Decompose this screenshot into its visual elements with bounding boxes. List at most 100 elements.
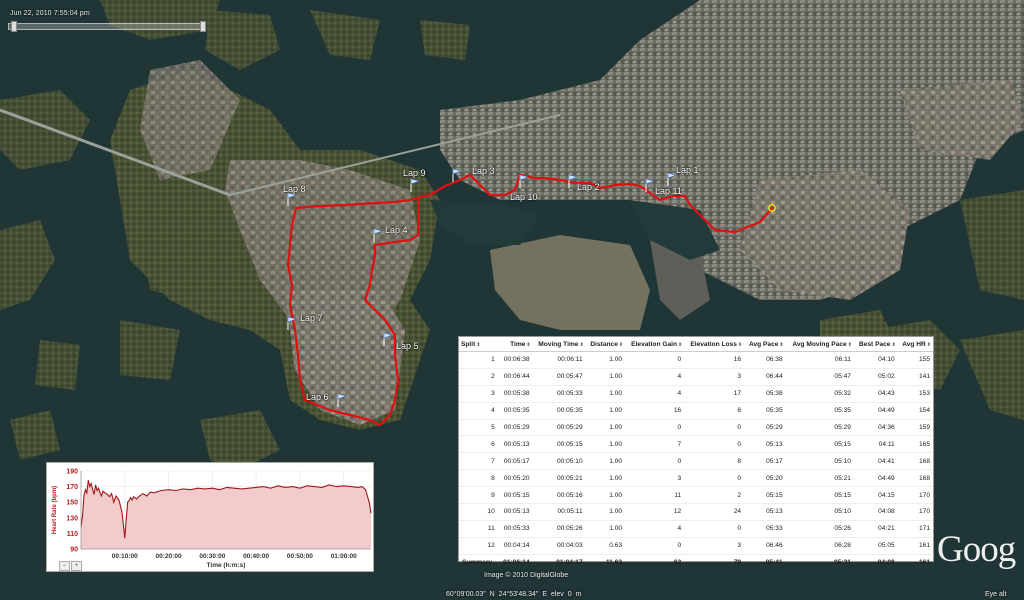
sort-icon[interactable]: ⬍ (476, 342, 480, 348)
splits-header-6[interactable]: Avg Pace⬍ (744, 337, 786, 352)
splits-header-9[interactable]: Avg HR⬍ (897, 337, 933, 352)
time-slider-end-handle[interactable] (200, 21, 206, 32)
splits-cell: 0 (684, 435, 745, 454)
table-row[interactable]: 1 00:06:38 00:06:11 1.00 0 16 06:38 06:11 04:10 1… (459, 351, 933, 369)
splits-header-8[interactable]: Best Pace⬍ (853, 337, 898, 352)
hr-point (370, 512, 372, 514)
hr-point (82, 515, 83, 517)
lap-label-7[interactable]: Lap 7 (300, 313, 323, 323)
sort-icon[interactable]: ⬍ (927, 342, 931, 348)
splits-cell: 00:05:21 (532, 469, 586, 488)
splits-header-4[interactable]: Elevation Gain⬍ (625, 337, 685, 352)
splits-cell: 00:05:16 (532, 486, 586, 505)
splits-header-1[interactable]: Time⬍ (497, 337, 533, 352)
lap-flag-icon[interactable] (410, 178, 420, 192)
time-slider-track[interactable] (8, 23, 206, 30)
sort-icon[interactable]: ⬍ (779, 342, 783, 348)
splits-cell: 05:35 (785, 402, 854, 420)
time-slider-start-handle[interactable] (11, 21, 17, 32)
splits-cell: 4 (625, 520, 685, 538)
lap-label-2[interactable]: Lap 2 (577, 182, 600, 192)
lap-label-11[interactable]: Lap 11 (655, 186, 682, 196)
lap-flag-icon[interactable] (337, 393, 347, 407)
splits-header-2[interactable]: Moving Time⬍ (532, 337, 586, 352)
table-row[interactable]: 2 00:06:44 00:05:47 1.00 4 3 06:44 05:47 05:02 14… (459, 368, 933, 386)
lap-flag-icon[interactable] (287, 316, 297, 330)
lap-label-1[interactable]: Lap 1 (676, 165, 699, 175)
table-row[interactable]: 9 00:05:15 00:05:16 1.00 11 2 05:15 05:15 04:15 1… (459, 486, 933, 505)
splits-cell: 05:13 (744, 503, 786, 521)
splits-table-panel: Split⬍ Time⬍ Moving Time⬍ Distance⬍ Elevatio… (458, 336, 934, 566)
sort-icon[interactable]: ⬍ (891, 342, 895, 348)
hr-point (93, 494, 95, 495)
lap-flag-icon[interactable] (667, 172, 677, 186)
splits-cell: 1 (459, 351, 498, 369)
summary-cell: 01:06:14 (503, 559, 530, 567)
hr-point (83, 495, 85, 497)
sort-icon[interactable]: ⬍ (678, 342, 682, 348)
sort-icon[interactable]: ⬍ (579, 342, 583, 348)
splits-header-label: Elevation Gain (631, 340, 677, 348)
hr-point (146, 495, 148, 497)
splits-cell: 161 (897, 537, 933, 555)
zoom-in-icon[interactable]: + (71, 561, 82, 571)
sort-icon[interactable]: ⬍ (619, 342, 623, 348)
lap-label-9[interactable]: Lap 9 (403, 168, 426, 178)
splits-cell: 05:17 (744, 452, 786, 471)
table-row[interactable]: 10 00:05:13 00:05:11 1.00 12 24 05:13 05:10 04:0… (459, 503, 933, 521)
lap-flag-icon[interactable] (645, 178, 655, 192)
splits-cell: 1.00 (585, 503, 626, 521)
table-row[interactable]: 7 00:05:17 00:05:10 1.00 0 8 05:17 05:10 04:41 16… (459, 452, 933, 471)
time-slider[interactable]: Jun 22, 2010 7:55:04 pm (8, 10, 206, 32)
splits-cell: 1.00 (585, 419, 626, 437)
lap-flag-icon[interactable] (373, 228, 383, 242)
splits-header-5[interactable]: Elevation Loss⬍ (684, 337, 745, 352)
lap-label-6[interactable]: Lap 6 (306, 392, 329, 402)
lap-label-3[interactable]: Lap 3 (472, 166, 495, 176)
sort-icon[interactable]: ⬍ (526, 342, 530, 348)
summary-cell: Summary (462, 559, 493, 567)
hr-point (248, 487, 250, 489)
splits-cell: 06:11 (785, 351, 854, 369)
splits-cell: 00:05:38 (497, 385, 533, 403)
splits-cell: 05:10 (785, 452, 854, 471)
lap-flag-icon[interactable] (287, 192, 297, 206)
lap-flag-icon[interactable] (519, 174, 529, 188)
table-row[interactable]: 6 00:05:13 00:05:15 1.00 7 0 05:13 05:15 04:11 16… (459, 435, 933, 454)
lap-label-5[interactable]: Lap 5 (396, 341, 419, 351)
hr-point (138, 495, 140, 497)
status-elev-value: 0 m (567, 591, 582, 598)
table-row[interactable]: 5 00:05:29 00:05:29 1.00 0 0 05:29 05:29 04:36 15… (459, 419, 933, 437)
table-row[interactable]: 8 00:05:20 00:05:21 1.00 3 0 05:20 05:21 04:49 16… (459, 469, 933, 488)
splits-cell: 0 (684, 520, 745, 538)
table-row[interactable]: 12 00:04:14 00:04:03 0.63 0 3 06:46 06:28 05:05 1… (459, 537, 933, 555)
splits-cell: 00:05:17 (497, 452, 533, 471)
lap-label-4[interactable]: Lap 4 (385, 225, 408, 235)
lap-flag-icon[interactable] (568, 174, 578, 188)
table-row[interactable]: 3 00:05:38 00:05:33 1.00 4 17 05:38 05:32 04:43 1… (459, 385, 933, 403)
lap-flag-icon[interactable] (383, 332, 393, 346)
splits-cell: 04:11 (853, 435, 898, 454)
hr-point (118, 499, 120, 501)
splits-header-3[interactable]: Distance⬍ (585, 337, 626, 352)
splits-cell: 2 (684, 486, 745, 505)
zoom-out-icon[interactable]: − (59, 561, 70, 571)
splits-cell: 3 (459, 385, 498, 403)
splits-header-0[interactable]: Split⬍ (459, 337, 498, 352)
hr-point (142, 493, 144, 495)
lap-label-10[interactable]: Lap 10 (510, 192, 538, 202)
table-row[interactable]: 11 00:05:33 00:05:26 1.00 4 0 05:33 05:26 04:21 1… (459, 520, 933, 538)
table-row[interactable]: 4 00:05:35 00:05:35 1.00 16 6 05:35 05:35 04:49 1… (459, 402, 933, 420)
y-tick-label: 170 (66, 484, 78, 491)
splits-header-7[interactable]: Avg Moving Pace⬍ (785, 337, 854, 352)
sort-icon[interactable]: ⬍ (848, 342, 852, 348)
splits-cell: 17 (684, 385, 745, 403)
sort-icon[interactable]: ⬍ (738, 342, 742, 348)
lap-flag-icon[interactable] (452, 168, 462, 182)
splits-cell: 00:05:47 (532, 368, 586, 386)
hr-point (197, 487, 199, 489)
splits-cell: 7 (459, 452, 498, 471)
y-tick-label: 110 (67, 531, 78, 538)
splits-cell: 12 (625, 503, 685, 521)
splits-cell: 1.00 (585, 486, 626, 505)
